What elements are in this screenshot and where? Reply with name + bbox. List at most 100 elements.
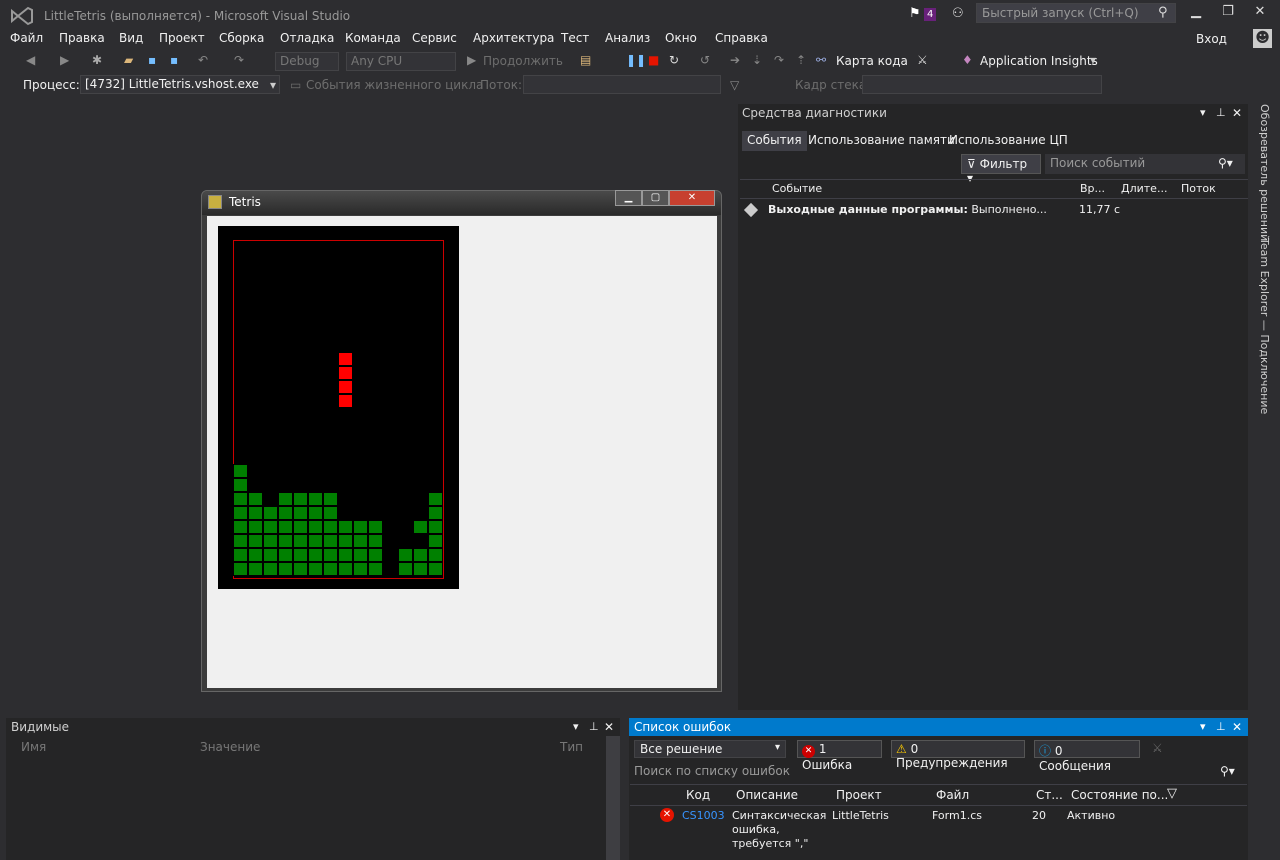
errors-filter-button[interactable]: ✕ 1 Ошибка [797,740,882,772]
filter-icon[interactable]: ▽ [730,78,739,92]
show-next-statement-icon[interactable]: ➔ [730,53,740,67]
tetris-close-button[interactable]: ✕ [669,190,715,206]
application-insights-button[interactable]: Application Insights [980,54,1098,68]
scrollbar[interactable] [606,736,620,860]
stack-frame-select[interactable] [862,75,1102,94]
filter-icon[interactable]: ▽ [1167,786,1177,801]
code-map-icon[interactable]: ⚯ [816,53,826,67]
column-line[interactable]: Ст... [1036,788,1063,802]
event-search-input[interactable]: Поиск событий [1045,154,1245,174]
thread-select[interactable] [523,75,721,94]
step-out-icon[interactable]: ⇡ [796,53,806,67]
search-icon[interactable]: ⚲ [1158,5,1168,20]
minimize-button[interactable]: ▁ [1186,4,1206,22]
tetris-maximize-button[interactable]: ▢ [642,190,669,206]
attach-process-icon[interactable]: ▤ [580,53,591,67]
search-icon[interactable]: ⚲▾ [1220,764,1235,778]
undo-icon[interactable]: ↶ [198,53,208,67]
error-code-link[interactable]: CS1003 [682,809,725,823]
pin-icon[interactable]: ⊥ [589,720,599,733]
save-all-icon[interactable]: ▪ [170,53,178,67]
menu-help[interactable]: Справка [715,31,768,45]
notifications-flag-icon[interactable]: ⚑ [909,6,921,21]
close-icon[interactable]: ✕ [1232,720,1242,734]
column-file[interactable]: Файл [936,788,969,802]
event-row[interactable]: Выходные данные программы: Выполнено... [768,203,1047,216]
chevron-down-icon[interactable]: ▾ [270,78,276,92]
column-state[interactable]: Состояние по... [1071,788,1168,802]
messages-filter-button[interactable]: ⓘ 0 Сообщения [1034,740,1140,773]
lightbulb-icon[interactable]: ♦ [962,53,973,67]
continue-icon[interactable]: ▶ [467,53,476,67]
forward-icon[interactable]: ▶ [60,53,69,67]
menu-analyze[interactable]: Анализ [605,31,650,45]
column-event[interactable]: Событие [772,182,822,195]
menu-file[interactable]: Файл [10,31,43,45]
search-icon[interactable]: ⚲▾ [1218,156,1233,170]
menu-architecture[interactable]: Архитектура [473,31,554,45]
column-code[interactable]: Код [686,788,710,802]
breakpoint-icon[interactable]: ⚔ [917,53,928,67]
team-explorer-tab[interactable]: Team Explorer — Подключение [1258,238,1271,414]
chevron-down-icon[interactable]: ▾ [1200,720,1206,733]
lifecycle-events-button[interactable]: События жизненного цикла [306,78,483,92]
error-search-input[interactable]: Поиск по списку ошибок [634,764,790,778]
step-into-icon[interactable]: ⇣ [752,53,762,67]
column-thread[interactable]: Поток [1181,182,1216,195]
menu-test[interactable]: Тест [561,31,589,45]
step-over-icon[interactable]: ↷ [774,53,784,67]
menu-view[interactable]: Вид [119,31,143,45]
pin-icon[interactable]: ⊥ [1216,720,1226,733]
pin-icon[interactable]: ⊥ [1216,106,1226,119]
column-type[interactable]: Тип [560,740,583,754]
redo-icon[interactable]: ↷ [234,53,244,67]
close-icon[interactable]: ✕ [1232,106,1242,120]
quick-launch-input[interactable]: Быстрый запуск (Ctrl+Q) [976,3,1176,23]
menu-team[interactable]: Команда [345,31,401,45]
menu-tools[interactable]: Сервис [412,31,457,45]
open-folder-icon[interactable]: ▰ [124,53,133,67]
save-icon[interactable]: ▪ [148,53,156,67]
menu-window[interactable]: Окно [665,31,697,45]
solution-explorer-tab[interactable]: Обозреватель решений [1258,104,1271,241]
filter-button[interactable]: ⊽ Фильтр ▾ [961,154,1041,185]
restart-icon[interactable]: ↻ [669,53,679,67]
user-icon[interactable]: ☻ [1253,29,1272,48]
clear-filter-icon[interactable]: ⚔ [1152,741,1163,755]
close-icon[interactable]: ✕ [604,720,614,734]
code-map-button[interactable]: Карта кода [836,54,908,68]
panel-splitter[interactable] [0,710,1248,716]
tab-memory[interactable]: Использование памяти [803,131,960,151]
menu-project[interactable]: Проект [159,31,205,45]
continue-button[interactable]: Продолжить [483,54,563,68]
column-duration[interactable]: Длите... [1121,182,1167,195]
tetris-minimize-button[interactable]: ▁ [615,190,642,206]
process-select[interactable]: [4732] LittleTetris.vshost.exe [80,75,280,94]
close-button[interactable]: ✕ [1250,4,1270,22]
platform-select[interactable]: Any CPU [346,52,456,71]
refresh-icon[interactable]: ↺ [700,53,710,67]
pause-icon[interactable]: ❚❚ [626,53,646,67]
stop-icon[interactable]: ■ [648,53,659,67]
configuration-select[interactable]: Debug [275,52,339,71]
chevron-down-icon[interactable]: ▾ [573,720,579,733]
column-name[interactable]: Имя [21,740,46,754]
column-value[interactable]: Значение [200,740,260,754]
feedback-icon[interactable]: ⚇ [952,6,964,21]
chevron-down-icon[interactable]: ▾ [1090,53,1096,67]
column-description[interactable]: Описание [736,788,798,802]
scope-select[interactable]: Все решение ▾ [634,740,786,758]
column-project[interactable]: Проект [836,788,882,802]
back-icon[interactable]: ◀ [26,53,35,67]
warnings-filter-button[interactable]: ⚠ 0 Предупреждения [891,740,1025,770]
tab-events[interactable]: События [742,131,807,151]
column-time[interactable]: Вр... [1080,182,1105,195]
new-project-icon[interactable]: ✱ [92,53,102,67]
tab-cpu[interactable]: Использование ЦП [944,131,1073,151]
login-link[interactable]: Вход [1196,32,1227,46]
chevron-down-icon[interactable]: ▾ [1200,106,1206,119]
menu-edit[interactable]: Правка [59,31,105,45]
notifications-count[interactable]: 4 [924,8,937,21]
maximize-button[interactable]: ❐ [1218,4,1238,22]
menu-build[interactable]: Сборка [219,31,264,45]
